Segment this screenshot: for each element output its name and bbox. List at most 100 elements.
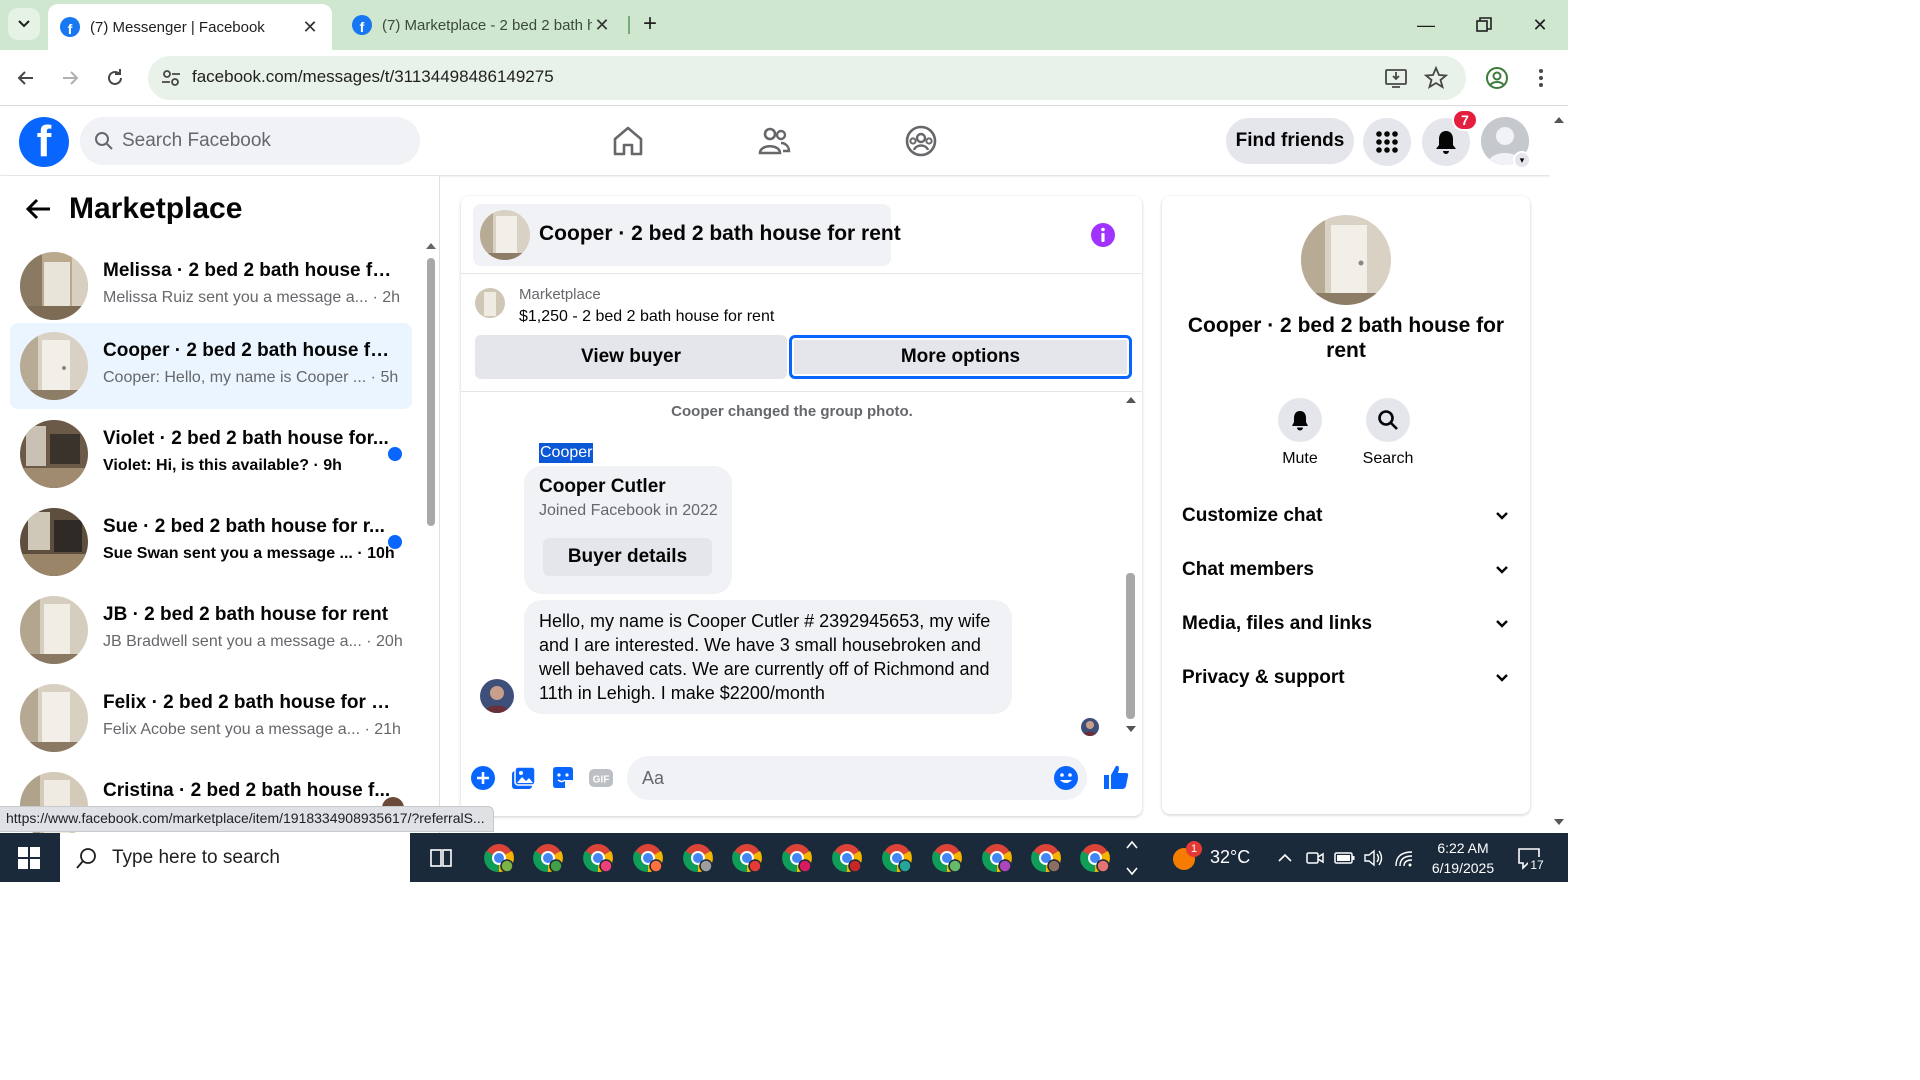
tab-messenger[interactable]: f (7) Messenger | Facebook ✕	[48, 4, 332, 50]
taskbar-overflow-icon[interactable]	[1124, 837, 1140, 879]
facebook-search-box[interactable]	[80, 117, 420, 165]
scroll-down-icon[interactable]	[1125, 724, 1137, 734]
scroll-up-icon[interactable]	[424, 240, 438, 252]
chat-members-section[interactable]: Chat members	[1182, 550, 1510, 590]
chrome-profile-icon[interactable]	[880, 841, 914, 875]
plus-circle-icon[interactable]	[469, 764, 497, 792]
composer-placeholder[interactable]: Aa	[642, 768, 664, 789]
conversation-item[interactable]: Sue · 2 bed 2 bath house for r... Sue Sw…	[10, 499, 412, 585]
close-tab-icon[interactable]: ✕	[592, 15, 612, 36]
chrome-profile-icon[interactable]	[631, 841, 665, 875]
volume-icon[interactable]	[1363, 848, 1385, 868]
find-friends-button[interactable]: Find friends	[1226, 118, 1354, 164]
install-app-icon[interactable]	[1384, 66, 1408, 90]
tab-search-dropdown[interactable]	[8, 8, 40, 40]
conversation-preview: Felix Acobe sent you a message a... · 21…	[103, 721, 401, 738]
link-status-bubble: https://www.facebook.com/marketplace/ite…	[0, 806, 494, 832]
chrome-profile-icon[interactable]	[482, 841, 516, 875]
chat-header[interactable]: Cooper · 2 bed 2 bath house for rent	[473, 204, 901, 266]
back-arrow-icon[interactable]	[24, 194, 54, 224]
info-icon[interactable]	[1090, 222, 1116, 248]
conversation-info-pane: Cooper · 2 bed 2 bath house for rent Mut…	[1162, 196, 1530, 814]
profile-icon[interactable]	[1485, 66, 1509, 90]
system-message: Cooper changed the group photo.	[671, 403, 913, 420]
kebab-menu-icon[interactable]	[1529, 66, 1553, 90]
search-action[interactable]: Search	[1356, 398, 1420, 468]
reload-button[interactable]	[99, 62, 131, 94]
url-text[interactable]: facebook.com/messages/t/3113449848614927…	[192, 67, 554, 87]
chrome-profile-icon[interactable]	[581, 841, 615, 875]
groups-icon[interactable]	[903, 123, 939, 159]
minimize-button[interactable]: —	[1406, 10, 1446, 40]
page-scrollbar[interactable]	[1550, 107, 1568, 833]
chevron-up-icon[interactable]	[1276, 849, 1294, 867]
chrome-profile-icon[interactable]	[780, 841, 814, 875]
chrome-profile-icon[interactable]	[531, 841, 565, 875]
windows-logo-icon	[18, 846, 40, 869]
chrome-profile-icon[interactable]	[1078, 841, 1112, 875]
conversation-item[interactable]: Felix · 2 bed 2 bath house for rent Feli…	[10, 675, 412, 761]
gif-icon[interactable]: GIF	[587, 764, 615, 792]
taskbar-search[interactable]: Type here to search	[60, 833, 410, 882]
customize-chat-section[interactable]: Customize chat	[1182, 496, 1510, 536]
task-view-icon[interactable]	[424, 841, 458, 875]
chrome-profile-icon[interactable]	[1029, 841, 1063, 875]
site-settings-icon[interactable]	[160, 67, 182, 89]
thumbs-up-icon[interactable]	[1101, 762, 1131, 792]
chrome-profile-icon[interactable]	[980, 841, 1014, 875]
view-buyer-button[interactable]: View buyer	[475, 335, 787, 379]
menu-grid-button[interactable]	[1363, 118, 1411, 166]
system-clock[interactable]: 6:22 AM 6/19/2025	[1418, 838, 1508, 878]
listing-thumbnail	[20, 332, 88, 400]
listing-price[interactable]: $1,250 - 2 bed 2 bath house for rent	[519, 308, 774, 326]
home-icon[interactable]	[610, 123, 646, 159]
photo-icon[interactable]	[509, 764, 537, 792]
more-options-button[interactable]: More options	[789, 335, 1132, 379]
tab-marketplace[interactable]: f (7) Marketplace - 2 bed 2 bath h ✕	[340, 0, 624, 50]
conversation-item[interactable]: Melissa · 2 bed 2 bath house for... Meli…	[10, 243, 412, 329]
conversation-item[interactable]: JB · 2 bed 2 bath house for rent JB Brad…	[10, 587, 412, 673]
conversation-preview: Violet: Hi, is this available? · 9h	[103, 457, 342, 474]
restore-button[interactable]	[1464, 10, 1504, 40]
sticker-icon[interactable]	[549, 764, 577, 792]
conversation-item[interactable]: Violet · 2 bed 2 bath house for... Viole…	[10, 411, 412, 497]
bookmark-star-icon[interactable]	[1424, 66, 1448, 90]
mute-action[interactable]: Mute	[1268, 398, 1332, 468]
media-files-links-section[interactable]: Media, files and links	[1182, 604, 1510, 644]
account-chevron-icon[interactable]: ▾	[1513, 151, 1531, 169]
weather-widget[interactable]: 1 32°C	[1170, 833, 1250, 882]
scroll-up-icon[interactable]	[1550, 111, 1568, 129]
back-button[interactable]	[10, 62, 42, 94]
facebook-logo[interactable]: f	[19, 117, 69, 167]
listing-thumbnail	[480, 210, 530, 260]
buyer-details-button[interactable]: Buyer details	[543, 538, 712, 576]
wifi-icon[interactable]	[1394, 848, 1416, 868]
facebook-favicon-icon: f	[352, 15, 372, 35]
facebook-search-input[interactable]	[122, 130, 402, 152]
meet-now-icon[interactable]	[1305, 848, 1325, 868]
chrome-profile-icon[interactable]	[830, 841, 864, 875]
close-window-button[interactable]: ✕	[1520, 10, 1560, 40]
scroll-up-icon[interactable]	[1125, 395, 1137, 405]
sender-avatar[interactable]	[480, 679, 514, 713]
address-bar[interactable]: facebook.com/messages/t/3113449848614927…	[148, 56, 1466, 100]
message-composer[interactable]: Aa	[627, 756, 1087, 800]
chat-list-scroll-thumb[interactable]	[427, 258, 435, 526]
chat-scroll-thumb[interactable]	[1126, 573, 1135, 719]
chrome-profile-icon[interactable]	[930, 841, 964, 875]
scroll-down-icon[interactable]	[1550, 813, 1568, 831]
emoji-icon[interactable]	[1053, 765, 1079, 791]
friends-icon[interactable]	[756, 123, 792, 159]
action-center-button[interactable]: 17	[1516, 845, 1546, 873]
chrome-profile-icon[interactable]	[681, 841, 715, 875]
start-button[interactable]	[0, 833, 58, 882]
listing-thumbnail	[475, 288, 505, 318]
chrome-profile-icon[interactable]	[730, 841, 764, 875]
message-bubble: Hello, my name is Cooper Cutler # 239294…	[524, 600, 1012, 714]
forward-button[interactable]	[54, 62, 86, 94]
new-tab-button[interactable]: +	[636, 10, 664, 38]
privacy-support-section[interactable]: Privacy & support	[1182, 658, 1510, 698]
close-tab-icon[interactable]: ✕	[300, 17, 320, 38]
battery-icon[interactable]	[1334, 848, 1356, 868]
conversation-item-selected[interactable]: Cooper · 2 bed 2 bath house for... Coope…	[10, 323, 412, 409]
